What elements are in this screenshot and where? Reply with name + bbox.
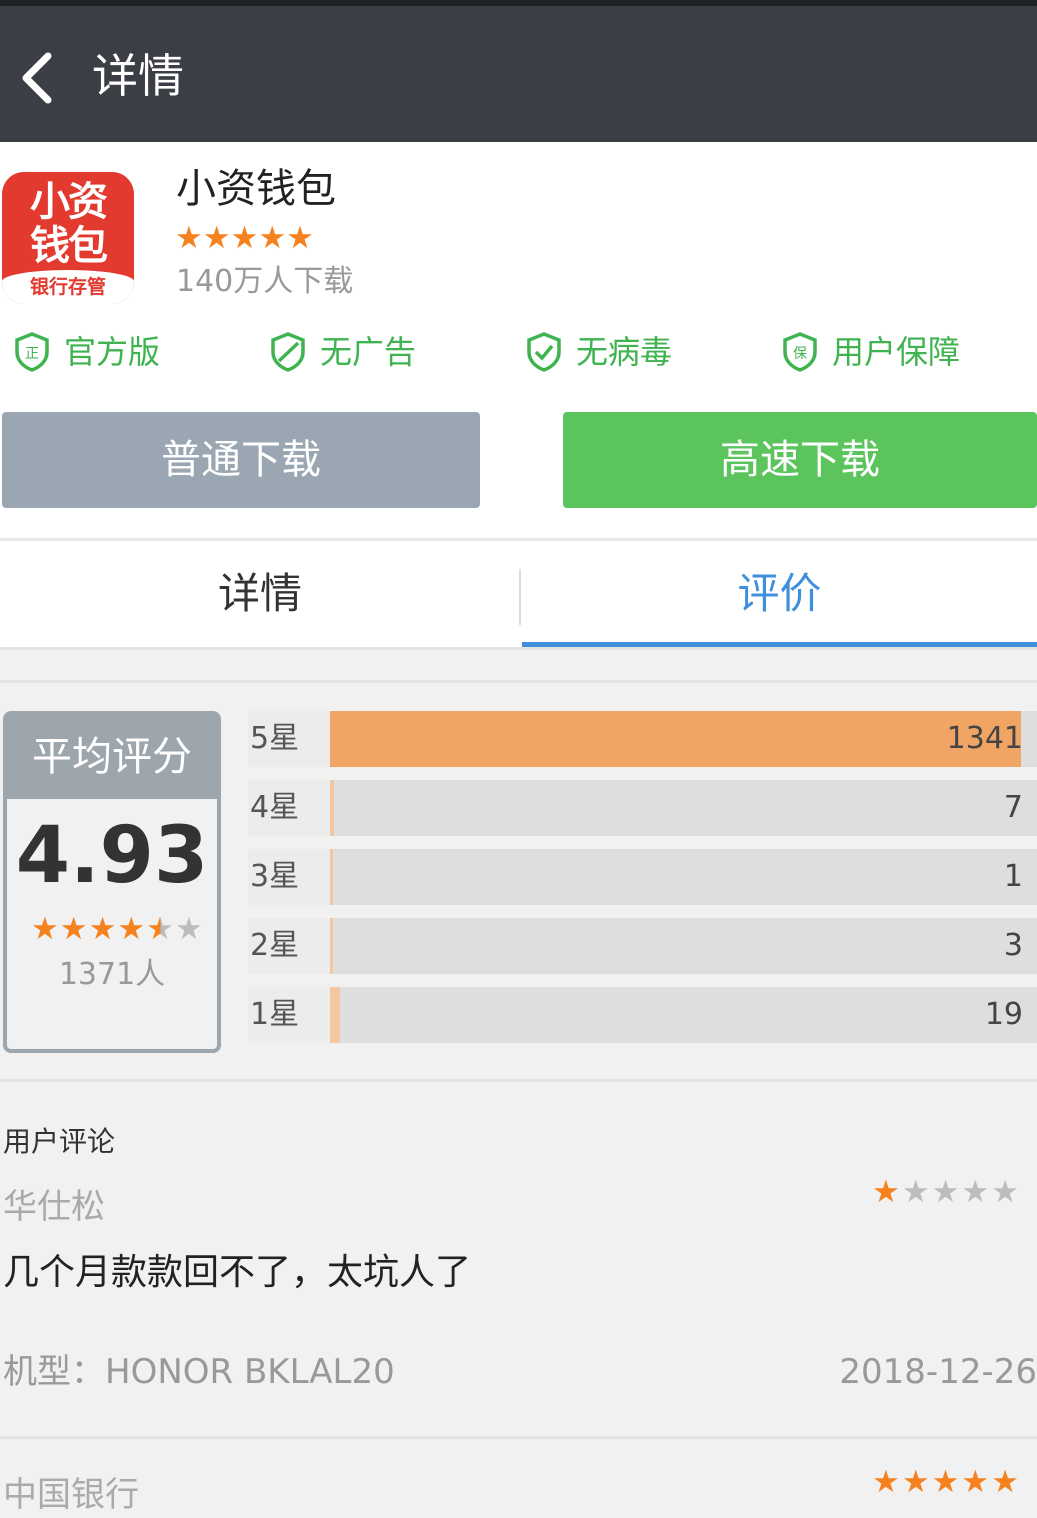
rating-bar-fill — [330, 987, 340, 1043]
rating-bar-label: 5星 — [248, 711, 330, 767]
badge-protection: 保 用户保障 — [782, 330, 960, 374]
chevron-left-icon[interactable] — [18, 50, 58, 106]
comment-username: 华仕松 — [3, 1187, 105, 1227]
rating-bar-label: 2星 — [248, 918, 330, 974]
average-rating-box: 平均评分 4.93 ★★★★★★ 1371人 — [3, 711, 221, 1053]
badge-official: 正 官方版 — [14, 330, 160, 374]
app-icon-text-top: 小资 — [30, 179, 108, 225]
normal-download-button[interactable]: 普通下载 — [2, 412, 480, 508]
comment-stars: ★★★★★ — [872, 1174, 1021, 1210]
rating-bar-track: 19 — [330, 987, 1037, 1043]
tab-details[interactable]: 详情 — [0, 541, 520, 647]
app-icon-text-bottom: 钱包 — [30, 223, 108, 269]
comment-username: 中国银行 — [3, 1475, 139, 1515]
badge-protection-label: 用户保障 — [832, 333, 961, 371]
rating-bar-5: 5星 1341 — [248, 711, 1037, 767]
rating-bar-label: 3星 — [248, 849, 330, 905]
shield-protection-icon: 保 — [783, 332, 817, 372]
svg-text:正: 正 — [25, 346, 39, 362]
comment-divider — [0, 1436, 1037, 1439]
tab-reviews[interactable]: 评价 — [522, 541, 1037, 647]
comment-device: 机型：HONOR BKLAL20 — [3, 1352, 395, 1392]
rating-bar-fill — [330, 780, 334, 836]
comment-text: 几个月款款回不了，太坑人了 — [3, 1252, 472, 1293]
rating-bar-value: 19 — [984, 997, 1023, 1032]
comments-title: 用户评论 — [3, 1125, 116, 1158]
average-rating-score: 4.93 — [15, 811, 209, 901]
average-rating-stars: ★★★★★★ — [31, 911, 204, 947]
app-download-count: 140万人下载 — [176, 264, 354, 299]
rating-summary: 平均评分 4.93 ★★★★★★ 1371人 5星 1341 4星 7 3星 1… — [0, 680, 1037, 1082]
rating-bar-fill — [330, 918, 333, 974]
comment-stars: ★★★★★ — [872, 1464, 1021, 1500]
shield-official-icon: 正 — [15, 332, 49, 372]
badge-no-virus: 无病毒 — [526, 330, 672, 374]
app-name: 小资钱包 — [176, 166, 336, 212]
tab-divider — [519, 569, 521, 625]
app-icon-subtitle: 银行存管 — [2, 270, 134, 304]
svg-text:保: 保 — [793, 346, 807, 362]
badge-no-ads: 无广告 — [270, 330, 416, 374]
rating-bar-track: 7 — [330, 780, 1037, 836]
rating-bar-fill — [330, 711, 1022, 767]
rating-bar-label: 4星 — [248, 780, 330, 836]
average-rating-title: 平均评分 — [7, 715, 217, 799]
app-icon: 小资 钱包 银行存管 — [2, 172, 134, 304]
rating-bar-value: 7 — [1003, 790, 1023, 825]
badge-no-ads-label: 无广告 — [320, 333, 417, 371]
rating-count: 1371人 — [58, 957, 166, 992]
rating-bar-track: 1 — [330, 849, 1037, 905]
rating-bar-3: 3星 1 — [248, 849, 1037, 905]
page-title: 详情 — [92, 49, 184, 103]
badge-row: 正 官方版 无广告 无病毒 保 用户保障 — [0, 330, 1037, 374]
shield-no-virus-icon — [527, 332, 561, 372]
tab-bar: 详情 评价 — [0, 538, 1037, 650]
top-bar: 详情 — [0, 0, 1037, 142]
rating-bar-fill — [330, 849, 333, 905]
badge-official-label: 官方版 — [64, 333, 161, 371]
rating-bar-value: 3 — [1003, 928, 1023, 963]
rating-bar-value: 1341 — [946, 721, 1023, 756]
fast-download-button[interactable]: 高速下载 — [563, 412, 1037, 508]
rating-bar-track: 3 — [330, 918, 1037, 974]
rating-bar-2: 2星 3 — [248, 918, 1037, 974]
rating-bar-track: 1341 — [330, 711, 1037, 767]
rating-bar-label: 1星 — [248, 987, 330, 1043]
app-info-section: 小资 钱包 银行存管 小资钱包 ★★★★★ 140万人下载 正 官方版 无广告 … — [0, 142, 1037, 538]
rating-bar-value: 1 — [1003, 859, 1023, 894]
rating-bar-1: 1星 19 — [248, 987, 1037, 1043]
comment-date: 2018-12-26 — [839, 1352, 1037, 1392]
badge-no-virus-label: 无病毒 — [576, 333, 673, 371]
app-rating-stars: ★★★★★ — [175, 220, 314, 256]
shield-no-ads-icon — [271, 332, 305, 372]
rating-bar-4: 4星 7 — [248, 780, 1037, 836]
